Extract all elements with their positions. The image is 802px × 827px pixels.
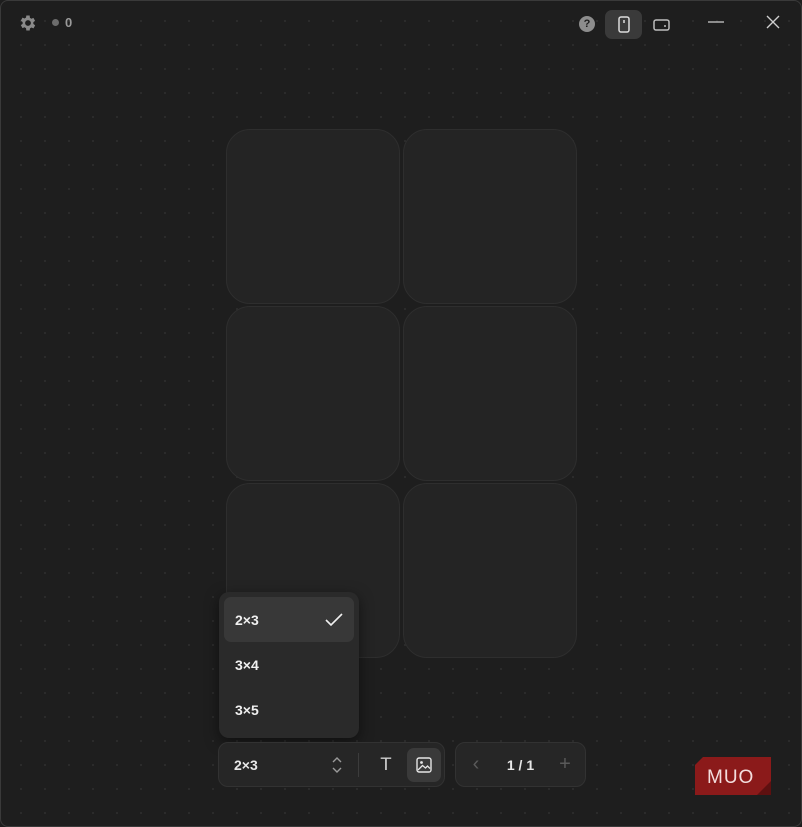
landscape-orientation-button[interactable] bbox=[646, 10, 676, 39]
layout-option-3x5[interactable]: 3×5 bbox=[224, 687, 354, 732]
check-icon bbox=[325, 612, 343, 626]
app-window: 0 ? 2×3 3×4 3×5 2×3 T ‹ 1 / 1 + MUO bbox=[0, 0, 802, 827]
layout-select[interactable]: 2×3 bbox=[219, 743, 342, 786]
muo-watermark-logo: MUO bbox=[695, 757, 771, 795]
bottom-toolbar: 2×3 T bbox=[218, 742, 445, 787]
image-icon bbox=[416, 756, 432, 773]
layout-option-3x4[interactable]: 3×4 bbox=[224, 642, 354, 687]
watermark-text: MUO bbox=[707, 767, 754, 788]
layout-dropdown-menu: 2×3 3×4 3×5 bbox=[219, 592, 359, 738]
landscape-icon bbox=[652, 18, 670, 31]
grid-cell[interactable] bbox=[226, 129, 400, 304]
grid-cell[interactable] bbox=[403, 483, 577, 658]
layout-select-value: 2×3 bbox=[234, 756, 258, 773]
layout-option-label: 3×5 bbox=[235, 701, 259, 718]
text-icon: T bbox=[380, 754, 392, 775]
grid-cell[interactable] bbox=[226, 306, 400, 481]
portrait-icon bbox=[617, 16, 630, 33]
prev-page-button[interactable]: ‹ bbox=[468, 753, 484, 776]
chevron-updown-icon bbox=[332, 756, 342, 773]
text-tool-button[interactable]: T bbox=[369, 748, 403, 782]
minimize-button[interactable] bbox=[705, 11, 727, 33]
image-tool-button[interactable] bbox=[407, 747, 441, 782]
photo-grid bbox=[226, 129, 577, 658]
layout-option-label: 2×3 bbox=[235, 611, 259, 628]
status-dot bbox=[52, 19, 59, 26]
add-page-button[interactable]: + bbox=[557, 753, 573, 776]
status-counter: 0 bbox=[52, 15, 72, 30]
layout-option-2x3[interactable]: 2×3 bbox=[224, 597, 354, 642]
counter-value: 0 bbox=[65, 15, 73, 30]
grid-cell[interactable] bbox=[403, 306, 577, 481]
portrait-orientation-button[interactable] bbox=[605, 10, 642, 39]
grid-cell[interactable] bbox=[403, 129, 577, 304]
page-navigator: ‹ 1 / 1 + bbox=[455, 742, 586, 787]
help-label: ? bbox=[583, 18, 591, 30]
page-indicator: 1 / 1 bbox=[506, 756, 535, 773]
gear-icon[interactable] bbox=[18, 13, 38, 33]
minimize-icon bbox=[708, 21, 724, 23]
layout-option-label: 3×4 bbox=[235, 656, 259, 673]
close-button[interactable] bbox=[762, 11, 784, 33]
help-icon[interactable]: ? bbox=[579, 16, 595, 32]
close-icon bbox=[766, 15, 780, 29]
toolbar-divider bbox=[358, 752, 359, 777]
